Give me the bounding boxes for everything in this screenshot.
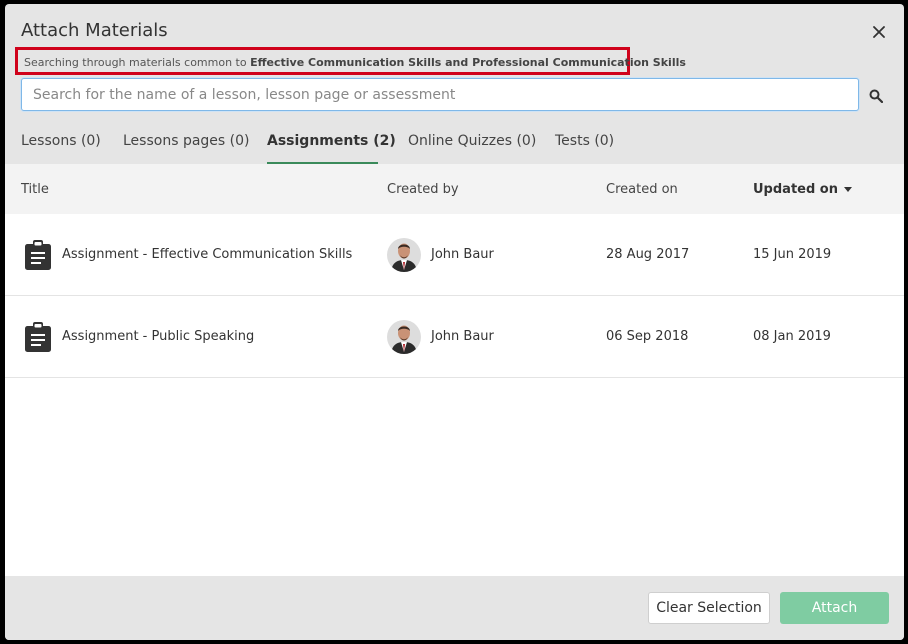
search-input[interactable] [21, 78, 859, 111]
row-updated-on: 08 Jan 2019 [753, 329, 831, 344]
column-updated-on-label: Updated on [753, 182, 838, 197]
row-created-by: John Baur [431, 329, 494, 344]
avatar [387, 320, 421, 354]
avatar [387, 238, 421, 272]
column-title[interactable]: Title [21, 182, 49, 197]
search-icon [869, 89, 884, 104]
row-title: Assignment - Public Speaking [62, 329, 255, 344]
row-updated-on: 15 Jun 2019 [753, 247, 832, 262]
attach-button[interactable]: Attach [780, 592, 889, 624]
dialog-title: Attach Materials [21, 20, 168, 41]
row-created-by: John Baur [431, 247, 494, 262]
materials-table: Title Created by Created on Updated on A… [5, 164, 904, 576]
clear-selection-button[interactable]: Clear Selection [648, 592, 770, 624]
column-updated-on[interactable]: Updated on [753, 182, 852, 197]
table-row[interactable]: Assignment - Effective Communication Ski… [5, 214, 904, 296]
tab-lessons[interactable]: Lessons (0) [21, 128, 101, 164]
attach-materials-dialog: Attach Materials Searching through mater… [5, 4, 904, 640]
tab-online-quizzes[interactable]: Online Quizzes (0) [408, 128, 536, 164]
notice-prefix: Searching through materials common to [24, 56, 251, 69]
column-created-on[interactable]: Created on [606, 182, 678, 197]
tab-tests[interactable]: Tests (0) [555, 128, 614, 164]
clipboard-icon [25, 322, 51, 352]
row-created-on: 28 Aug 2017 [606, 247, 690, 262]
close-icon [873, 26, 885, 38]
row-created-on: 06 Sep 2018 [606, 329, 689, 344]
tab-assignments[interactable]: Assignments (2) [267, 128, 396, 164]
tab-lesson-pages[interactable]: Lessons pages (0) [123, 128, 249, 164]
table-header: Title Created by Created on Updated on [5, 164, 904, 214]
clipboard-icon [25, 240, 51, 270]
table-row[interactable]: Assignment - Public Speaking John Baur 0… [5, 296, 904, 378]
row-title: Assignment - Effective Communication Ski… [62, 247, 353, 262]
search-button[interactable] [869, 88, 885, 104]
search-scope-notice: Searching through materials common to Ef… [15, 47, 686, 75]
notice-courses: Effective Communication Skills and Profe… [250, 56, 686, 69]
column-created-by[interactable]: Created by [387, 182, 459, 197]
dialog-footer: Clear Selection Attach [5, 576, 904, 640]
close-button[interactable] [870, 23, 888, 41]
caret-down-icon [844, 187, 852, 192]
